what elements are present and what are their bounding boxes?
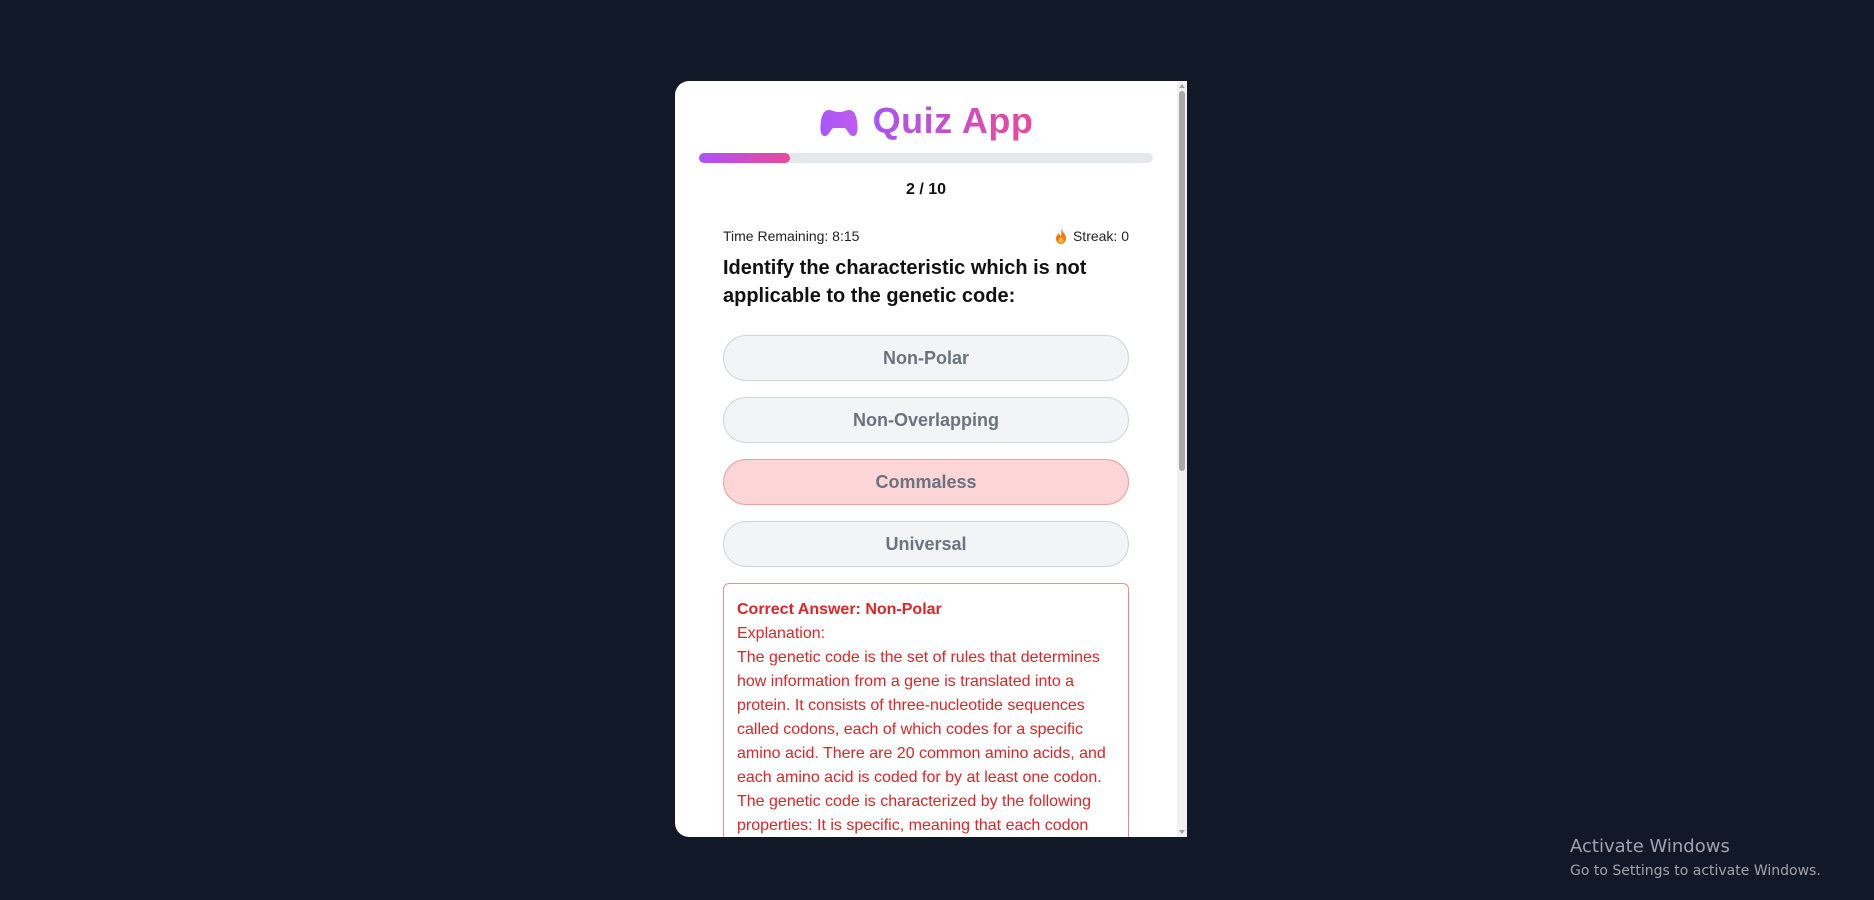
question-counter: 2 / 10 bbox=[905, 181, 947, 198]
quiz-scroll-area[interactable]: Quiz App 2 / 10 Time Remaining: 8:15 Str… bbox=[675, 81, 1177, 837]
vertical-scrollbar[interactable] bbox=[1177, 81, 1187, 837]
correct-answer: Correct Answer: Non-Polar bbox=[737, 601, 942, 618]
watermark-title: Activate Windows bbox=[1570, 836, 1730, 857]
app-header: Quiz App bbox=[675, 97, 1177, 145]
watermark-subtitle: Go to Settings to activate Windows. bbox=[1570, 863, 1821, 879]
scroll-down-icon[interactable] bbox=[1179, 830, 1185, 834]
status-row: Time Remaining: 8:15 Streak: 0 bbox=[723, 228, 1129, 244]
option-button[interactable]: Non-Polar bbox=[723, 335, 1129, 381]
answer-options: Non-Polar Non-Overlapping Commaless Univ… bbox=[723, 335, 1129, 583]
app-title: Quiz App bbox=[872, 100, 1034, 141]
explanation-label: Explanation: bbox=[737, 625, 826, 642]
explanation-text: The genetic code is the set of rules tha… bbox=[737, 649, 1106, 834]
progress-fill bbox=[699, 153, 790, 163]
fire-icon bbox=[1055, 228, 1066, 244]
streak-indicator: Streak: 0 bbox=[1055, 228, 1129, 244]
time-remaining: Time Remaining: 8:15 bbox=[723, 228, 860, 244]
explanation-box: Correct Answer: Non-Polar Explanation: T… bbox=[723, 583, 1129, 837]
progress-bar bbox=[699, 153, 1153, 163]
option-button[interactable]: Commaless bbox=[723, 459, 1129, 505]
streak-label: Streak: 0 bbox=[1072, 228, 1129, 244]
scroll-up-icon[interactable] bbox=[1179, 84, 1185, 88]
option-button[interactable]: Universal bbox=[723, 521, 1129, 567]
windows-activation-watermark: Activate Windows Go to Settings to activ… bbox=[1570, 836, 1821, 879]
option-button[interactable]: Non-Overlapping bbox=[723, 397, 1129, 443]
scrollbar-thumb[interactable] bbox=[1179, 91, 1185, 471]
gamepad-icon bbox=[820, 110, 858, 137]
quiz-card: Quiz App 2 / 10 Time Remaining: 8:15 Str… bbox=[675, 81, 1187, 837]
question-text: Identify the characteristic which is not… bbox=[723, 257, 1087, 307]
